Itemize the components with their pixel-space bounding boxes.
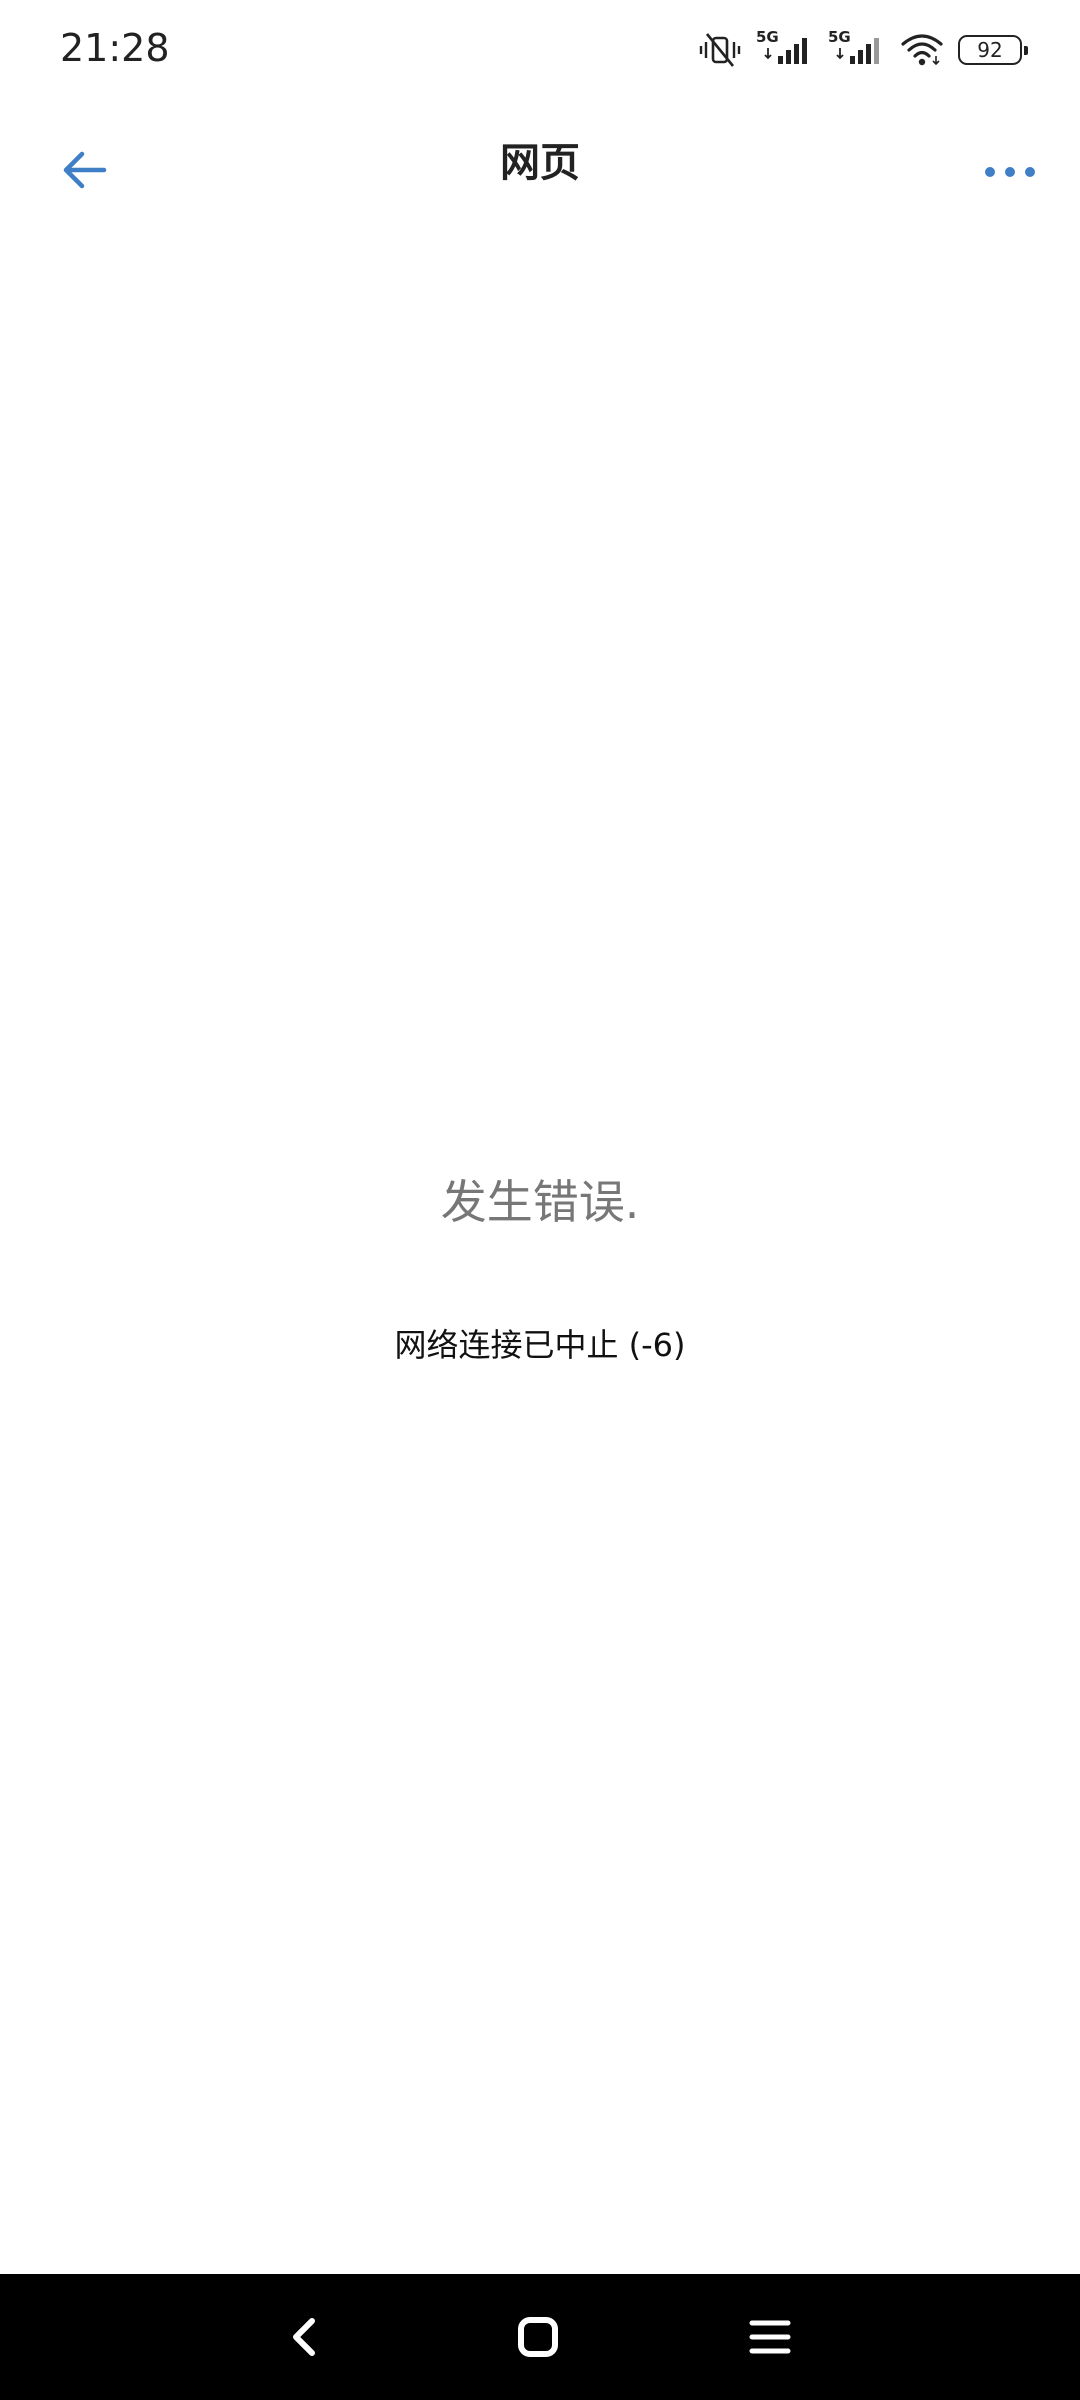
screen: 21:28 5G 5G 92 网页 发生错误. 网络连接已中止 (-6): [0, 0, 1080, 2400]
nav-menu-button[interactable]: [730, 2297, 810, 2377]
battery-icon: 92: [958, 35, 1028, 65]
nav-back-button[interactable]: [264, 2297, 344, 2377]
title-bar: 网页: [0, 110, 1080, 220]
page-title: 网页: [500, 140, 580, 186]
status-icons: 5G 5G 92: [698, 28, 1028, 72]
vibrate-off-icon: [698, 30, 742, 70]
error-detail: 网络连接已中止 (-6): [394, 1326, 686, 1364]
menu-lines-icon: [749, 2320, 791, 2354]
navigation-bar: [0, 2274, 1080, 2400]
status-bar: 21:28 5G 5G 92: [0, 0, 1080, 100]
more-dots-icon: [985, 167, 1035, 177]
signal-5g-icon: 5G: [828, 30, 886, 70]
status-time: 21:28: [60, 26, 170, 70]
wifi-icon: [900, 32, 944, 68]
more-options-button[interactable]: [970, 132, 1050, 212]
nav-home-button[interactable]: [498, 2297, 578, 2377]
back-chevron-icon: [293, 2318, 315, 2356]
home-square-icon: [518, 2317, 558, 2357]
error-heading: 发生错误.: [440, 1175, 640, 1229]
signal-5g-icon: 5G: [756, 30, 814, 70]
battery-level: 92: [977, 38, 1003, 62]
